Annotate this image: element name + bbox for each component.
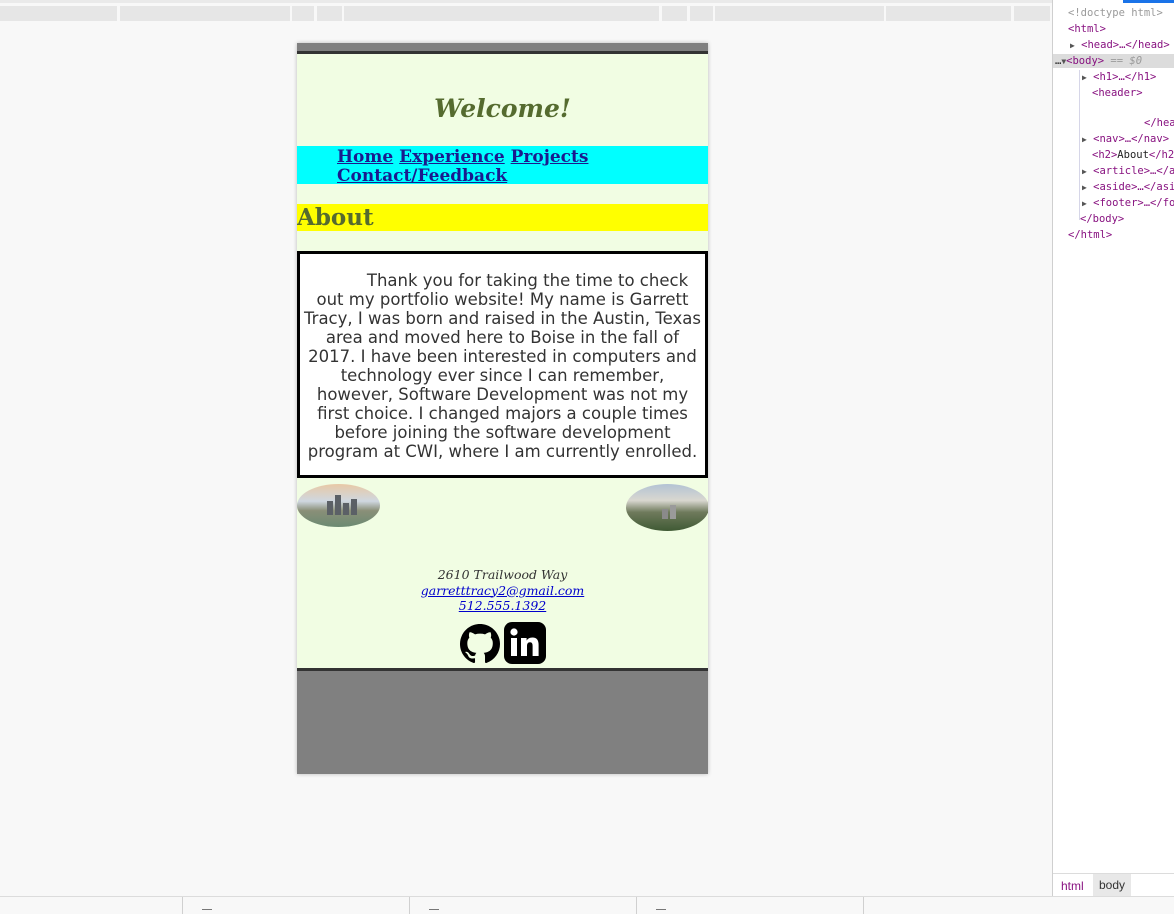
dom-head[interactable]: ▶ <head>…</head> (1070, 38, 1170, 53)
toolbar-segment[interactable] (662, 6, 687, 21)
toolbar-segment[interactable] (715, 6, 884, 21)
footer-phone-link[interactable]: 512.555.1392 (297, 598, 708, 614)
dom-article[interactable]: ▶ <article>…</a (1082, 164, 1174, 179)
active-tab-indicator (1123, 0, 1174, 3)
site-nav: Home Experience Projects Contact/Feedbac… (297, 146, 708, 186)
expand-triangle-icon[interactable]: ▶ (1082, 73, 1087, 82)
dom-html-close[interactable]: </html> (1068, 228, 1112, 242)
toolbar-segment[interactable] (292, 6, 314, 21)
boise-city-image (626, 484, 708, 531)
expand-triangle-icon[interactable]: ▶ (1082, 183, 1087, 192)
section-heading: About (297, 204, 708, 231)
toolbar-segment[interactable] (120, 6, 290, 21)
bottom-status-bar (0, 896, 1174, 914)
dom-h2[interactable]: <h2>About</h2 (1092, 148, 1174, 162)
breadcrumb: html body (1053, 873, 1174, 896)
nav-link-experience[interactable]: Experience (399, 147, 505, 167)
toolbar-segment[interactable] (344, 6, 659, 21)
toolbar-segment[interactable] (317, 6, 342, 21)
dom-header-open[interactable]: <header> (1092, 86, 1143, 100)
breadcrumb-body[interactable]: body (1093, 874, 1132, 896)
breadcrumb-html[interactable]: html (1061, 879, 1084, 893)
about-article: Thank you for taking the time to check o… (297, 251, 708, 478)
dom-body-close[interactable]: </body> (1080, 212, 1124, 226)
about-text: Thank you for taking the time to check o… (304, 271, 701, 461)
page-title: Welcome! (434, 94, 571, 123)
dom-html-open[interactable]: <html> (1068, 22, 1106, 36)
footer-email-link[interactable]: garretttracy2@gmail.com (297, 583, 708, 599)
devtools-panel: <!doctype html> <html> ▶ <head>…</head> … (1052, 0, 1174, 896)
toolbar-segment[interactable] (690, 6, 713, 21)
nav-link-projects[interactable]: Projects (511, 147, 589, 167)
tree-guide-line (1079, 70, 1080, 220)
dom-doctype[interactable]: <!doctype html> (1068, 6, 1163, 20)
top-toolbar (0, 0, 1052, 22)
nav-link-home[interactable]: Home (337, 147, 393, 167)
toolbar-segment[interactable] (0, 6, 117, 21)
expand-triangle-icon[interactable]: ▶ (1070, 41, 1075, 50)
footer-address: 2610 Trailwood Way (437, 567, 568, 582)
device-viewport: Welcome! Home Experience Projects Contac… (297, 43, 708, 774)
web-page: Welcome! Home Experience Projects Contac… (297, 51, 708, 671)
dom-h1[interactable]: ▶ <h1>…</h1> (1082, 70, 1156, 85)
dom-footer[interactable]: ▶ <footer>…</fo (1082, 196, 1174, 211)
social-icons (460, 622, 550, 666)
expand-triangle-icon[interactable]: ▶ (1082, 135, 1087, 144)
nav-link-contact[interactable]: Contact/Feedback (337, 166, 507, 186)
expand-triangle-icon[interactable]: ▶ (1082, 167, 1087, 176)
dom-header-close[interactable]: </heade (1144, 116, 1174, 130)
site-footer: 2610 Trailwood Way garretttracy2@gmail.c… (297, 567, 708, 614)
toolbar-segment[interactable] (1014, 6, 1050, 21)
austin-skyline-image (297, 484, 380, 527)
dom-body[interactable]: …▼<body> == $0 (1055, 54, 1142, 69)
dom-nav[interactable]: ▶ <nav>…</nav> (1082, 132, 1169, 147)
toolbar-segment[interactable] (886, 6, 1011, 21)
linkedin-icon[interactable] (504, 622, 546, 664)
expand-triangle-icon[interactable]: ▶ (1082, 199, 1087, 208)
dom-aside[interactable]: ▶ <aside>…</asi (1082, 180, 1174, 195)
github-icon[interactable] (460, 624, 500, 664)
